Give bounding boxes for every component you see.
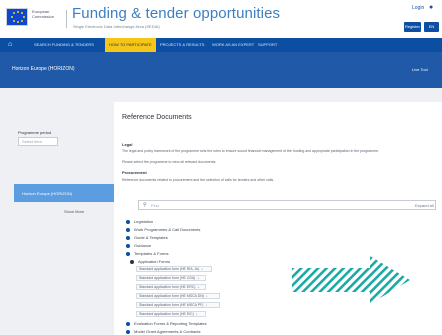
section-text: Reference documents related to procureme… [122,178,275,182]
tree-node[interactable]: Guidance [134,243,151,248]
programme-banner: Horizon Europe (HORIZON) Live Tool [0,52,442,88]
tree-search-input[interactable]: ⚲ Find Expand all [138,200,436,210]
search-icon: ⚲ [143,202,147,208]
download-icon[interactable]: ↓ [197,276,199,280]
tree-bullet-icon [126,228,130,232]
app-title: Funding & tender opportunities [72,5,281,22]
tree-node[interactable]: Legislation [134,219,153,224]
nav-search-funding[interactable]: SEARCH FUNDING & TENDERS [34,38,94,52]
register-button[interactable]: Register [404,22,421,32]
expand-all-link[interactable]: Expand all [415,203,434,208]
document-item[interactable]: Standard application form (HE MSCA PF) ↓ [136,302,220,308]
document-item[interactable]: Standard application form (HE ERC) ↓ [136,284,206,290]
tree-node[interactable]: Work Programmes & Call Documents [134,227,200,232]
document-label: Standard application form (HE ERC) [139,285,196,289]
show-more-link[interactable]: Show More [64,209,84,214]
tree-bullet-icon [126,236,130,240]
document-item[interactable]: Standard application form (HE EIC) ↓ [136,311,206,317]
app-subtitle: Single Electronic Data Interchange Area … [73,24,160,29]
logo-text: European Commission [32,9,55,19]
sidebar-item-horizon-europe[interactable]: Horizon Europe (HORIZON) × [14,184,126,202]
tree-bullet-icon [126,322,130,326]
page-title: Reference Documents [122,114,192,121]
download-icon[interactable]: ↓ [201,267,203,271]
tree-node[interactable]: Application Forms [138,259,170,264]
decorative-arrow-graphic [292,256,410,304]
logo-divider [66,10,67,28]
document-label: Standard application form (HE MSCA DN) [139,294,204,298]
document-item[interactable]: Standard application form (HE MSCA DN) ↓ [136,293,220,299]
filter-label: Programme period [18,130,52,135]
nav-support[interactable]: SUPPORT [258,38,277,52]
section-heading-procurement: Procurement [122,170,147,175]
document-label: Standard application form (HE EIC) [139,312,194,316]
nav-projects-results[interactable]: PROJECTS & RESULTS [160,38,204,52]
section-text: Please select the programme to view all … [122,160,217,164]
section-text: The legal and policy framework of the pr… [122,149,380,153]
section-heading-legal: Legal [122,142,133,147]
tree-node[interactable]: Model Grant Agreements & Contracts [134,329,200,334]
download-icon[interactable]: ↓ [206,294,208,298]
tree-node[interactable]: Evaluation Forms & Reporting Templates [134,321,207,326]
tree-bullet-icon [126,330,130,334]
main-navigation: ⌂ SEARCH FUNDING & TENDERS HOW TO PARTIC… [0,38,442,52]
document-item[interactable]: Standard application form (HE RIA, IA) ↓ [136,266,212,272]
tree-bullet-icon [130,260,134,264]
login-link[interactable]: Login [412,5,424,11]
language-button[interactable]: EN [424,22,439,32]
download-icon[interactable]: ↓ [196,312,198,316]
tree-node[interactable]: Templates & Forms [134,251,168,256]
sidebar-item-label: Horizon Europe (HORIZON) [22,191,73,196]
tree-search-placeholder: Find [151,203,159,208]
nav-work-as-expert[interactable]: WORK AS AN EXPERT [212,38,254,52]
eu-flag-icon [6,8,28,26]
download-icon[interactable]: ↓ [197,285,199,289]
nav-how-to-participate[interactable]: HOW TO PARTICIPATE [105,38,156,52]
download-icon[interactable]: ↓ [205,303,207,307]
document-item[interactable]: Standard application form (HE CSA) ↓ [136,275,206,281]
live-tool-link[interactable]: Live Tool [412,67,428,72]
tree-bullet-icon [126,220,130,224]
home-icon[interactable]: ⌂ [8,41,16,49]
european-commission-logo[interactable]: European Commission [6,8,64,30]
programme-select[interactable]: Select item [18,137,58,146]
tree-node[interactable]: Guide & Templates [134,235,168,240]
document-label: Standard application form (HE MSCA PF) [139,303,204,307]
document-label: Standard application form (HE RIA, IA) [139,267,200,271]
programme-title: Horizon Europe (HORIZON) [12,66,75,72]
user-icon[interactable]: ● [429,4,437,12]
top-header: European Commission Funding & tender opp… [0,0,442,38]
document-label: Standard application form (HE CSA) [139,276,196,280]
tree-bullet-icon [126,252,130,256]
tree-bullet-icon [126,244,130,248]
